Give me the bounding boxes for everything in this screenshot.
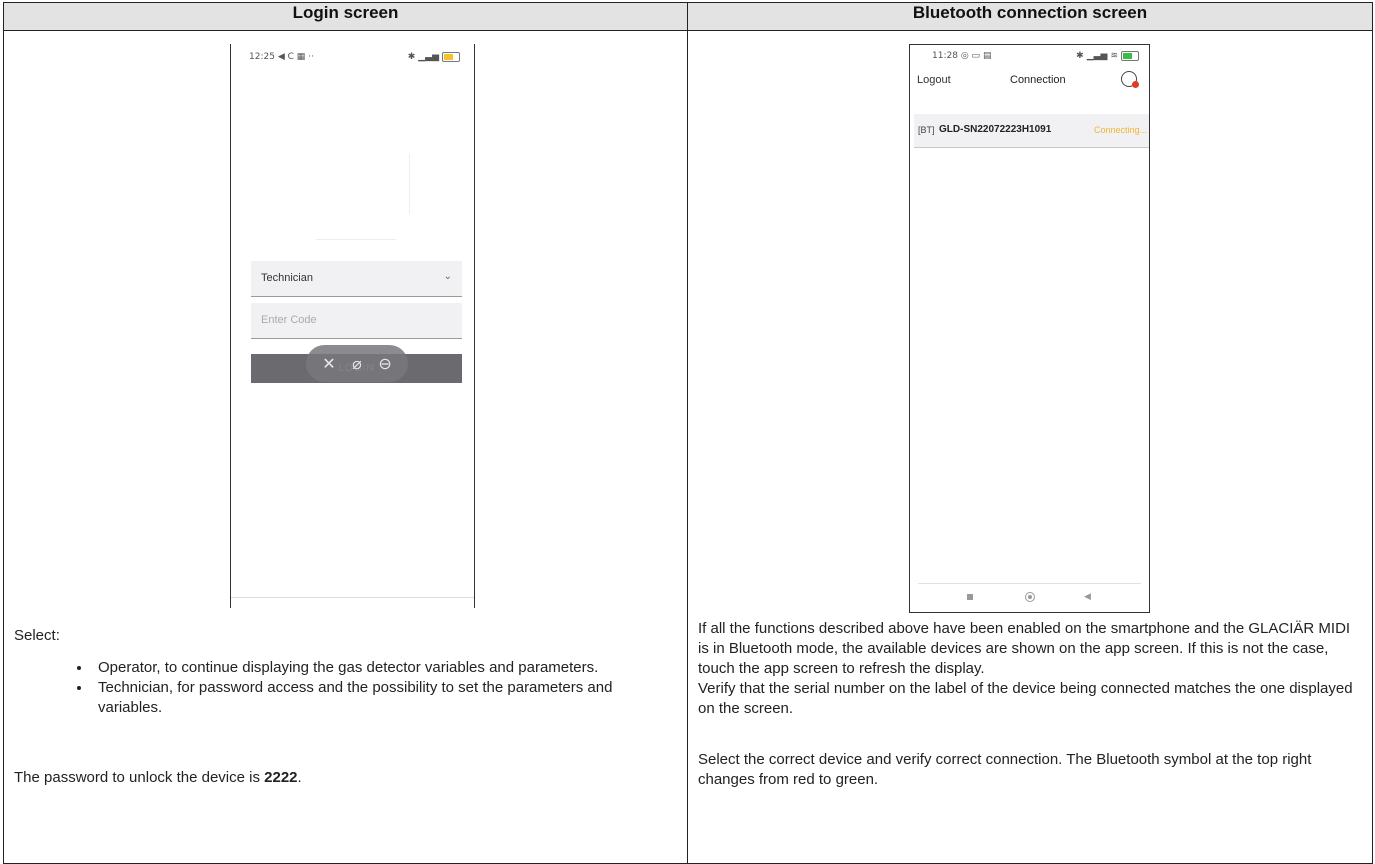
instruction-table: Login screen Bluetooth connection screen… [3, 2, 1373, 864]
nav-bar [231, 597, 474, 608]
signal-icon: ▁▃▅ [418, 52, 439, 62]
header-login-screen: Login screen [3, 2, 688, 31]
pin-off-icon[interactable]: ✕ [322, 354, 335, 374]
divider [409, 154, 410, 214]
chevron-down-icon: ⌄ [443, 271, 452, 282]
bluetooth-icon: ✱ [1076, 51, 1084, 61]
signal-icon: ▁▃▅ [1086, 51, 1108, 61]
back-icon[interactable]: ◀ [1084, 591, 1091, 602]
password-note: The password to unlock the device is 222… [14, 769, 302, 786]
status-time: 12:25 [249, 52, 275, 62]
status-time: 11:28 [932, 51, 958, 61]
connection-phone-screenshot: 11:28 ◎ ▭ ▤ ✱ ▁▃▅ ≋ Logout Connection [BT]… [909, 44, 1150, 613]
login-phone-screenshot: 12:25 ◀ C ▦ ·· ✱ ▁▃▅ Technician ⌄ Enter C… [230, 44, 475, 608]
screen-recorder-overlay[interactable]: ✕ ⌀ ⊖ [306, 345, 408, 382]
device-name: GLD-SN22072223H1091 [939, 124, 1052, 135]
role-dropdown[interactable]: Technician ⌄ [251, 261, 462, 297]
logout-button[interactable]: Logout [917, 74, 951, 86]
minus-circle-icon[interactable]: ⊖ [378, 354, 391, 374]
list-item: Technician, for password access and the … [92, 678, 674, 718]
bluetooth-cell: 11:28 ◎ ▭ ▤ ✱ ▁▃▅ ≋ Logout Connection [BT]… [687, 30, 1373, 864]
sync-icon: C [287, 52, 294, 62]
role-options-list: Operator, to continue displaying the gas… [14, 658, 674, 718]
battery-icon [442, 52, 460, 62]
location-icon: ◀ [277, 52, 285, 62]
list-item: Operator, to continue displaying the gas… [92, 658, 674, 678]
device-prefix: [BT] [918, 125, 935, 135]
bt-status-dot [1132, 81, 1139, 88]
password-value: 2222 [264, 769, 298, 786]
recents-icon[interactable] [967, 594, 973, 600]
message-icon: ▤ [982, 51, 992, 61]
document-page: Login screen Bluetooth connection screen… [0, 0, 1375, 864]
status-bar: 12:25 ◀ C ▦ ·· ✱ ▁▃▅ [231, 52, 474, 66]
paragraph: Verify that the serial number on the lab… [698, 680, 1353, 717]
divider [918, 583, 1141, 584]
code-input[interactable]: Enter Code [251, 303, 462, 339]
nav-bar: ◀ [910, 590, 1149, 606]
bluetooth-icon: ✱ [407, 52, 416, 62]
login-instructions: Select: Operator, to continue displaying… [14, 626, 674, 788]
notification-icon: ◎ [960, 51, 969, 61]
role-dropdown-value: Technician [261, 272, 313, 284]
page-title: Connection [1010, 74, 1066, 86]
device-status: Connecting... [1093, 125, 1147, 135]
mic-off-icon[interactable]: ⌀ [352, 354, 362, 374]
status-bar: 11:28 ◎ ▭ ▤ ✱ ▁▃▅ ≋ [910, 51, 1149, 65]
battery-icon [1121, 51, 1139, 61]
wifi-icon: ≋ [1110, 51, 1118, 61]
header-bluetooth-screen: Bluetooth connection screen [687, 2, 1373, 31]
paragraph: If all the functions described above hav… [698, 620, 1351, 677]
bluetooth-status-icon[interactable] [1121, 71, 1139, 88]
more-icon: ·· [308, 52, 314, 62]
qr-icon: ▦ [296, 52, 306, 62]
media-icon: ▭ [971, 51, 981, 61]
code-input-placeholder: Enter Code [261, 314, 317, 326]
home-icon[interactable] [1025, 592, 1035, 602]
bluetooth-instructions: If all the functions described above hav… [698, 619, 1358, 790]
device-list-item[interactable]: [BT] GLD-SN22072223H1091 Connecting... [914, 114, 1149, 148]
paragraph: Select the correct device and verify cor… [698, 751, 1312, 788]
select-label: Select: [14, 627, 60, 644]
login-cell: 12:25 ◀ C ▦ ·· ✱ ▁▃▅ Technician ⌄ Enter C… [3, 30, 688, 864]
app-bar: Logout Connection [910, 67, 1149, 93]
divider [316, 239, 396, 240]
